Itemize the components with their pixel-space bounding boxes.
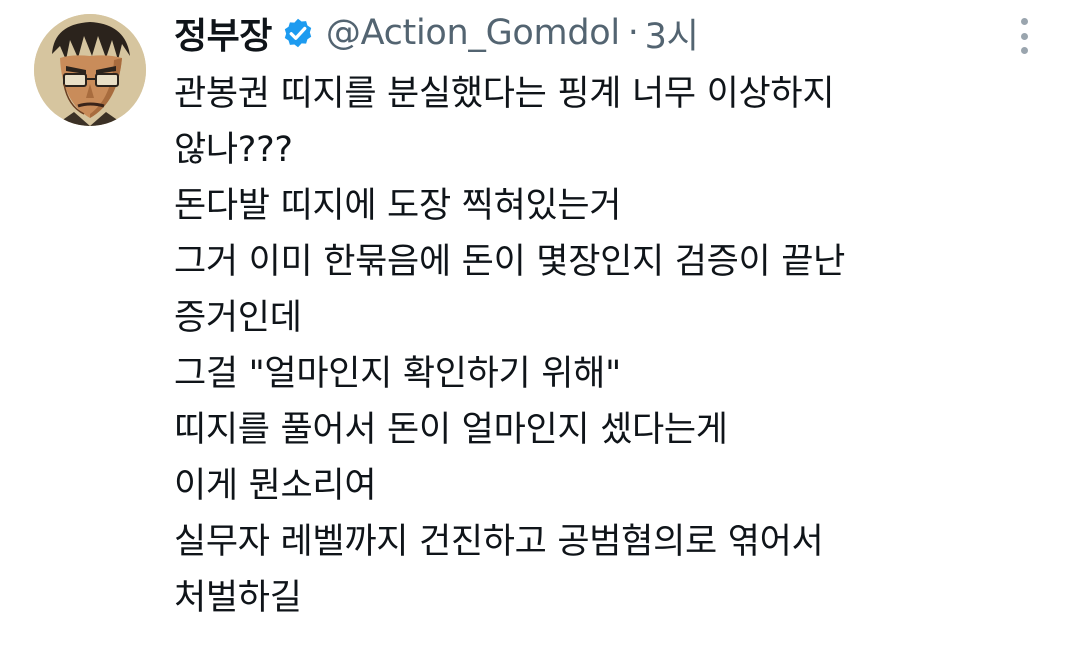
more-dot: [1020, 18, 1028, 25]
more-dot: [1020, 47, 1028, 54]
avatar[interactable]: [34, 14, 146, 126]
tweet-text-line: 처벌하길: [174, 578, 302, 618]
separator-dot: ·: [627, 13, 639, 53]
tweet-text-line: 않나???: [174, 130, 293, 170]
tweet-text-line: 실무자 레벨까지 건진하고 공범혐의로 엮어서: [174, 522, 824, 562]
more-vertical-icon[interactable]: [1016, 18, 1032, 54]
tweet-text-line: 그걸 "얼마인지 확인하기 위해": [174, 354, 621, 394]
tweet-text-line: 돈다발 띠지에 도장 찍혀있는거: [174, 186, 622, 226]
avatar-illustration: [34, 14, 146, 126]
timestamp[interactable]: 3시: [645, 8, 699, 59]
tweet-text-line: 띠지를 풀어서 돈이 얼마인지 셌다는게: [174, 410, 728, 450]
more-dot: [1020, 32, 1028, 40]
tweet-text-line: 관봉권 띠지를 분실했다는 핑계 너무 이상하지: [174, 74, 835, 114]
tweet-text-line: 증거인데: [174, 298, 302, 338]
tweet-text: 관봉권 띠지를 분실했다는 핑계 너무 이상하지 않나??? 돈다발 띠지에 도…: [174, 66, 1054, 626]
tweet-header: 정부장 @Action_Gomdol · 3시: [174, 7, 699, 59]
tweet-text-line: 그거 이미 한묶음에 돈이 몇장인지 검증이 끝난: [174, 242, 846, 282]
tweet-text-line: 이게 뭔소리여: [174, 466, 377, 506]
tweet[interactable]: 정부장 @Action_Gomdol · 3시 관봉권 띠지를 분실했다는 핑계…: [0, 0, 1079, 647]
handle[interactable]: @Action_Gomdol: [326, 13, 620, 53]
display-name[interactable]: 정부장: [174, 7, 272, 59]
verified-badge-icon: [280, 15, 316, 51]
